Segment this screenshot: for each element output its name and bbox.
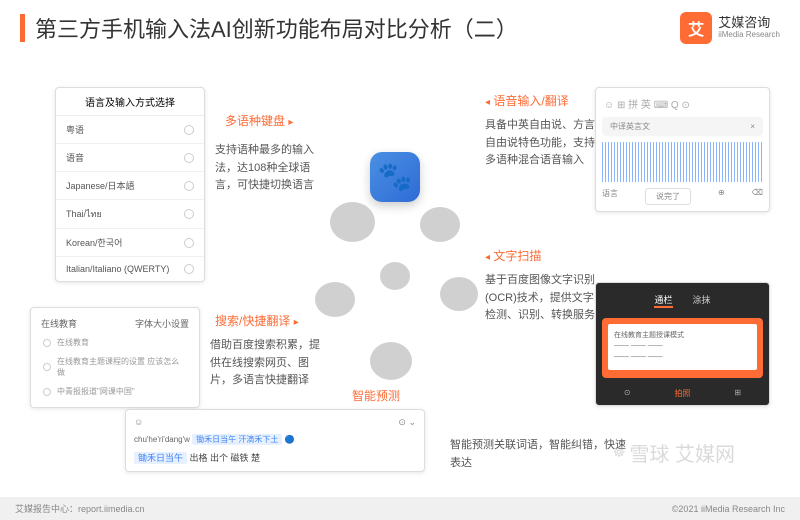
search-result[interactable]: 在线教育主题课程的设置 应该怎么做 <box>37 352 193 382</box>
header: 第三方手机输入法AI创新功能布局对比分析（二） 艾 艾媒咨询 iiMedia R… <box>0 0 800 52</box>
feature-desc: 借助百度搜索积累，提供在线搜索网页、图片，多语言快捷翻译 <box>210 337 320 390</box>
lang-row[interactable]: 语音 <box>56 144 204 172</box>
font-size-tab[interactable]: 字体大小设置 <box>135 317 189 330</box>
feature-label: ◂ 文字扫描 <box>485 247 541 264</box>
lang-row[interactable]: Korean/한국어 <box>56 229 204 257</box>
voice-mode-box[interactable]: 中译英言文× <box>602 117 763 136</box>
lang-row[interactable]: Italian/Italiano (QWERTY) <box>56 257 204 281</box>
grid-icon[interactable]: ⊞ <box>734 388 741 399</box>
ocr-panel: 通栏涂抹 在线教育主题授课模式─── ─── ────── ─── ─── ⊙ … <box>595 282 770 406</box>
feature-label: ◂ 语音输入/翻译 <box>485 92 569 109</box>
radio-icon <box>184 209 194 219</box>
footer: 艾媒报告中心：report.iimedia.cn ©2021 iiMedia R… <box>0 497 800 520</box>
input-panel: ☺ ⊙ ⌄ chu'he'ri'dang'w 锄禾日当午 汗滴禾下土 🔵 锄禾日当… <box>125 409 425 472</box>
capture-button[interactable]: 拍照 <box>674 388 690 399</box>
logo-cn: 艾媒咨询 <box>718 16 780 30</box>
brand-logo: 艾 艾媒咨询 iiMedia Research <box>680 12 780 44</box>
voice-add-icon[interactable]: ⊕ <box>718 188 725 205</box>
node-diagram <box>310 192 490 392</box>
feature-desc: 支持语种最多的输入法，达108种全球语言，可快捷切换语言 <box>215 142 325 195</box>
bullet-icon <box>43 339 51 347</box>
feature-desc: 智能预测关联词语，智能纠错，快速表达 <box>450 437 630 472</box>
feature-label: 多语种键盘 ▸ <box>225 112 293 129</box>
language-panel: 语言及输入方式选择 粤语 语音 Japanese/日本語 Thai/ไทย Ko… <box>55 87 205 282</box>
ocr-scan-area: 在线教育主题授课模式─── ─── ────── ─── ─── <box>602 318 763 378</box>
feature-label: 搜索/快捷翻译 ▸ <box>215 312 299 329</box>
content: 语言及输入方式选择 粤语 语音 Japanese/日本語 Thai/ไทย Ko… <box>0 52 800 502</box>
collapse-icon[interactable]: ⊙ ⌄ <box>398 417 416 428</box>
accent-bar <box>20 14 25 42</box>
backspace-icon[interactable]: ⌫ <box>752 188 763 205</box>
page-title: 第三方手机输入法AI创新功能布局对比分析（二） <box>35 12 518 44</box>
search-tab[interactable]: 在线教育 <box>41 317 77 330</box>
feature-desc: 基于百度图像文字识别(OCR)技术，提供文字检测、识别、转换服务 <box>485 272 595 325</box>
radio-icon <box>184 153 194 163</box>
voice-toolbar[interactable]: ☺ ⊞ 拼 英 ⌨ Q ⊙ <box>602 94 763 113</box>
lang-header: 语言及输入方式选择 <box>56 88 204 116</box>
radio-icon <box>184 264 194 274</box>
radio-icon <box>184 238 194 248</box>
gallery-icon[interactable]: ⊙ <box>624 388 631 399</box>
feature-desc: 具备中英自由说、方言自由说特色功能，支持多语种混合语音输入 <box>485 117 595 170</box>
emoji-icon[interactable]: ☺ <box>134 417 143 428</box>
ocr-tab[interactable]: 通栏 <box>654 293 672 308</box>
waveform-icon <box>602 142 763 182</box>
search-result[interactable]: 在线教育 <box>37 333 193 352</box>
voice-lang-button[interactable]: 语言 <box>602 188 618 205</box>
radio-icon <box>184 125 194 135</box>
bullet-icon <box>43 388 51 396</box>
pinyin-row: chu'he'ri'dang'w 锄禾日当午 汗滴禾下土 🔵 <box>130 431 420 448</box>
logo-en: iiMedia Research <box>718 31 780 40</box>
voice-done-button[interactable]: 说完了 <box>645 188 691 205</box>
feature-label: 智能预测 <box>352 387 400 404</box>
radio-icon <box>184 181 194 191</box>
lang-row[interactable]: Thai/ไทย <box>56 200 204 229</box>
close-icon[interactable]: × <box>750 122 755 131</box>
lang-row[interactable]: Japanese/日本語 <box>56 172 204 200</box>
title-wrap: 第三方手机输入法AI创新功能布局对比分析（二） <box>20 12 518 44</box>
search-panel: 在线教育 字体大小设置 在线教育 在线教育主题课程的设置 应该怎么做 中青报报道"… <box>30 307 200 408</box>
candidate-row[interactable]: 锄禾日当午 出格 出个 磁铁 楚 <box>130 448 420 467</box>
search-result[interactable]: 中青报报道"网课中国" <box>37 382 193 401</box>
logo-icon: 艾 <box>680 12 712 44</box>
bullet-icon <box>43 363 51 371</box>
paw-icon: 🐾 <box>378 163 413 191</box>
footer-left: 艾媒报告中心：report.iimedia.cn <box>15 502 145 515</box>
watermark: ☸雪球 艾媒网 <box>613 438 735 467</box>
footer-right: ©2021 iiMedia Research Inc <box>672 504 785 514</box>
voice-panel: ☺ ⊞ 拼 英 ⌨ Q ⊙ 中译英言文× 语言 说完了 ⊕ ⌫ <box>595 87 770 212</box>
lang-row[interactable]: 粤语 <box>56 116 204 144</box>
ocr-tab[interactable]: 涂抹 <box>693 293 711 308</box>
